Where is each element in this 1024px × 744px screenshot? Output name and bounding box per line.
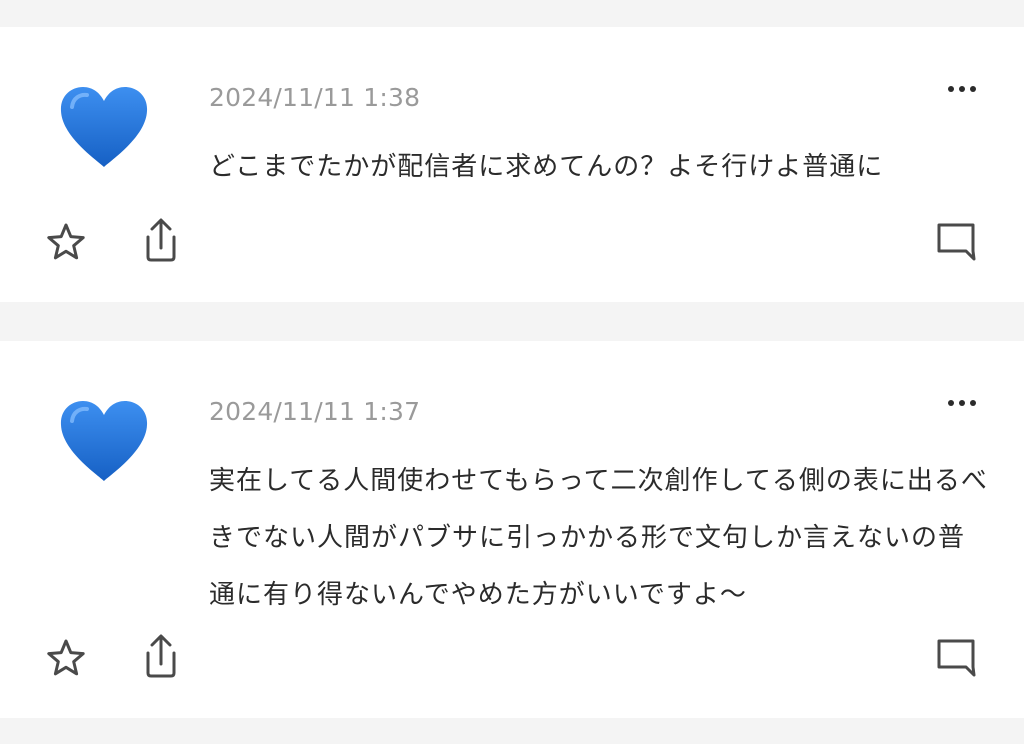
star-icon [47,639,85,676]
post-text: どこまでたかが配信者に求めてんの？よそ行けよ普通に [209,152,884,182]
blue-heart-icon [58,399,150,483]
post-card: 2024/11/11 1:37 実在してる人間使わせてもらって二次創作してる側の… [0,341,1024,718]
comment-icon [937,223,976,261]
more-options-button[interactable] [940,77,984,101]
reply-button[interactable] [932,633,980,681]
share-button[interactable] [137,216,185,264]
star-icon [47,223,85,260]
favorite-button[interactable] [42,218,90,266]
share-icon [146,634,176,678]
ellipsis-icon [948,86,976,92]
more-options-button[interactable] [940,391,984,415]
post-card: 2024/11/11 1:38 どこまでたかが配信者に求めてんの？よそ行けよ普通… [0,27,1024,302]
post-feed: 2024/11/11 1:38 どこまでたかが配信者に求めてんの？よそ行けよ普通… [0,0,1024,744]
share-button[interactable] [137,632,185,680]
favorite-button[interactable] [42,634,90,682]
share-icon [146,218,176,262]
post-timestamp: 2024/11/11 1:38 [209,83,421,112]
post-timestamp: 2024/11/11 1:37 [209,397,421,426]
ellipsis-icon [948,400,976,406]
blue-heart-icon [58,85,150,169]
comment-icon [937,639,976,677]
reply-button[interactable] [932,217,980,265]
post-text: 実在してる人間使わせてもらって二次創作してる側の表に出るべきでない人間がパブサに… [209,466,988,610]
